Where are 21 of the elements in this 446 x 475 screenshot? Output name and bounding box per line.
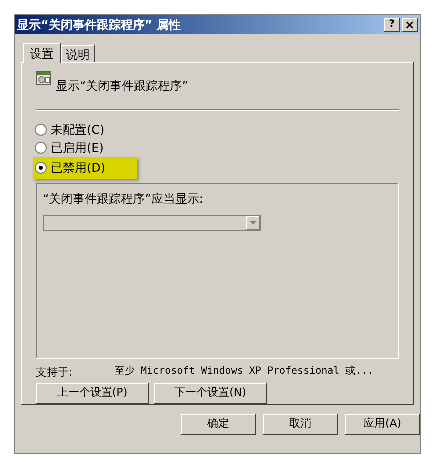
- tab[interactable]: 说明: [61, 45, 95, 62]
- nav-button[interactable]: 下一个设置(N): [154, 383, 267, 404]
- window-title: 显示“关闭事件跟踪程序” 属性: [17, 16, 181, 34]
- nav-button[interactable]: 上一个设置(P): [36, 383, 149, 404]
- radio-label: 已禁用(D): [51, 160, 106, 177]
- radio-button[interactable]: [35, 142, 47, 154]
- policy-icon: [36, 71, 52, 87]
- help-button[interactable]: ?: [384, 18, 400, 32]
- setting-name: 显示“关闭事件跟踪程序”: [56, 78, 188, 95]
- group-label: “关闭事件跟踪程序”应当显示:: [43, 191, 204, 208]
- dialog-button[interactable]: 确定: [181, 414, 256, 435]
- tab[interactable]: 设置: [23, 43, 61, 63]
- radio-label: 已启用(E): [51, 140, 104, 156]
- radio-button[interactable]: [35, 162, 47, 174]
- radio-button[interactable]: [35, 124, 47, 136]
- dialog-button[interactable]: 取消: [263, 414, 338, 435]
- close-button[interactable]: ×: [402, 18, 418, 32]
- radio-label: 未配置(C): [51, 122, 105, 138]
- dialog-button[interactable]: 应用(A): [345, 414, 420, 435]
- supported-value: 至少 Microsoft Windows XP Professional 或...: [115, 364, 374, 378]
- supported-label: 支持于:: [36, 364, 74, 380]
